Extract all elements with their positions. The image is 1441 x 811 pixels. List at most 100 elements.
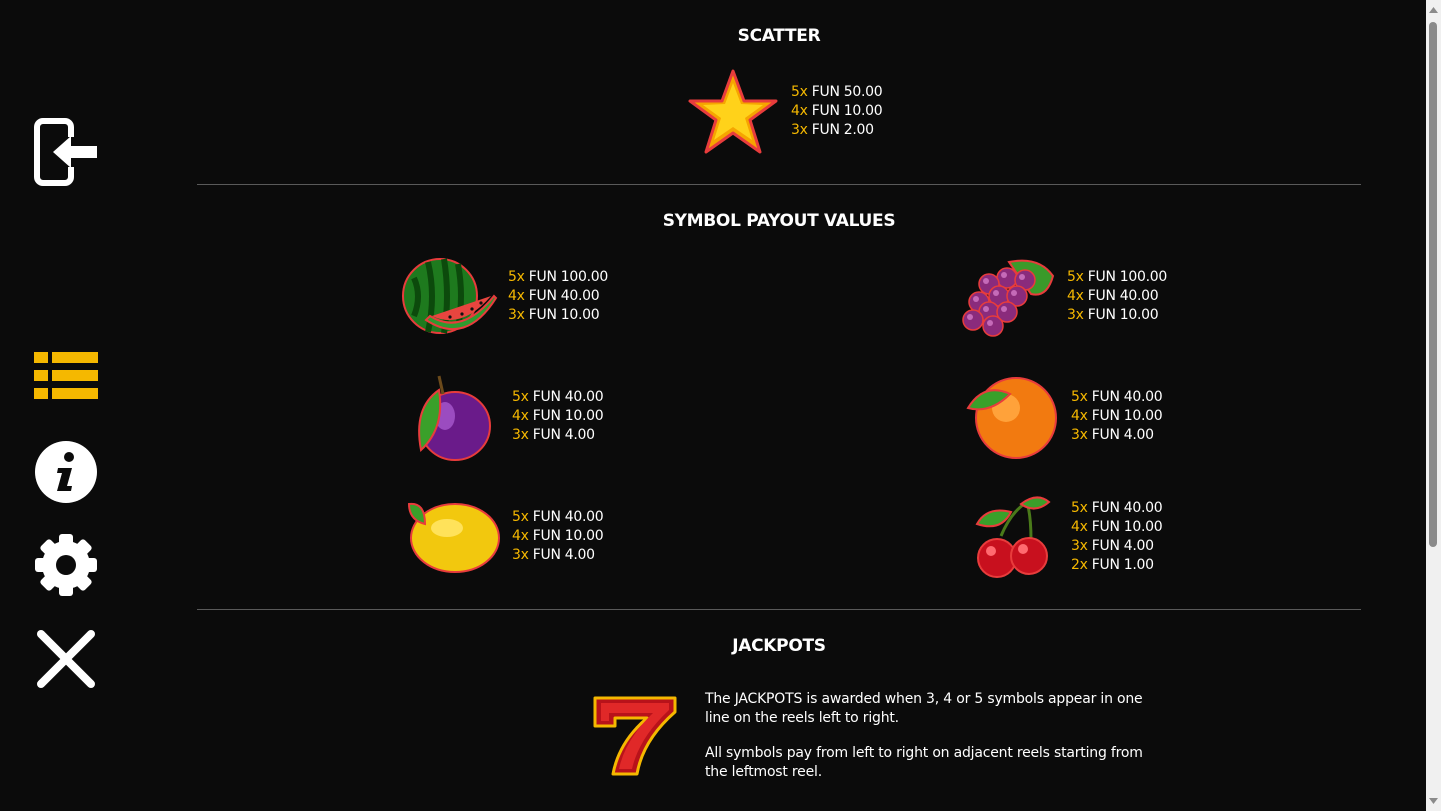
jackpots-paragraph: The JACKPOTS is awarded when 3, 4 or 5 s…	[705, 691, 1143, 726]
multiplier: 5x	[512, 389, 529, 405]
pay-value: FUN 10.00	[532, 528, 604, 544]
multiplier: 3x	[1071, 427, 1088, 443]
multiplier: 4x	[1071, 408, 1088, 424]
pay-value: FUN 2.00	[811, 122, 874, 138]
multiplier: 5x	[512, 509, 529, 525]
lemon-pays: 5x FUN 40.00 4x FUN 10.00 3x FUN 4.00	[512, 508, 604, 565]
scatter-pays: 5x FUN 50.00 4x FUN 10.00 3x FUN 2.00	[791, 83, 883, 140]
orange-icon	[966, 377, 1057, 459]
multiplier: 4x	[1071, 519, 1088, 535]
orange-pays: 5x FUN 40.00 4x FUN 10.00 3x FUN 4.00	[1071, 388, 1163, 445]
pay-row: 3x FUN 4.00	[1071, 426, 1162, 445]
multiplier: 5x	[508, 269, 525, 285]
cherries-pays: 5x FUN 40.00 4x FUN 10.00 3x FUN 4.00 2x…	[1071, 499, 1163, 575]
grapes-icon	[962, 259, 1055, 337]
pay-row: 5x FUN 100.00	[1067, 268, 1167, 287]
settings-button[interactable]	[30, 532, 102, 598]
multiplier: 4x	[512, 408, 529, 424]
pay-value: FUN 10.00	[1091, 408, 1163, 424]
pay-row: 3x FUN 4.00	[1071, 537, 1162, 556]
multiplier: 5x	[1071, 500, 1088, 516]
grapes-symbol	[959, 254, 1057, 340]
seven-symbol	[591, 694, 679, 778]
plum-icon	[418, 375, 491, 461]
close-button[interactable]	[30, 628, 102, 690]
watermelon-pays: 5x FUN 100.00 4x FUN 40.00 3x FUN 10.00	[508, 268, 608, 325]
plum-pays: 5x FUN 40.00 4x FUN 10.00 3x FUN 4.00	[512, 388, 604, 445]
payouts-title: SYMBOL PAYOUT VALUES	[662, 211, 896, 231]
pay-value: FUN 10.00	[811, 103, 883, 119]
pay-value: FUN 40.00	[1091, 389, 1163, 405]
multiplier: 3x	[791, 122, 808, 138]
settings-gear-icon	[35, 534, 97, 596]
pay-value: FUN 4.00	[1091, 427, 1154, 443]
pay-value: FUN 1.00	[1091, 557, 1154, 573]
cherries-symbol	[971, 492, 1053, 582]
pay-row: 3x FUN 4.00	[512, 426, 603, 445]
pay-value: FUN 40.00	[1087, 288, 1159, 304]
scrollbar[interactable]	[1426, 0, 1441, 811]
pay-row: 3x FUN 10.00	[1067, 306, 1167, 325]
orange-symbol	[964, 374, 1060, 460]
cherries-icon	[975, 496, 1051, 578]
scroll-up-arrow[interactable]	[1426, 2, 1441, 18]
lemon-icon	[407, 502, 500, 573]
multiplier: 2x	[1071, 557, 1088, 573]
divider	[197, 184, 1361, 185]
multiplier: 3x	[1067, 307, 1084, 323]
close-icon	[37, 630, 95, 688]
pay-value: FUN 40.00	[532, 509, 604, 525]
pay-row: 3x FUN 10.00	[508, 306, 608, 325]
pay-value: FUN 4.00	[1091, 538, 1154, 554]
pay-value: FUN 10.00	[528, 307, 600, 323]
pay-row: 4x FUN 40.00	[1067, 287, 1167, 306]
pay-row: 4x FUN 10.00	[1071, 518, 1163, 537]
exit-button[interactable]	[30, 112, 102, 192]
sidebar	[0, 0, 130, 811]
pay-value: FUN 40.00	[528, 288, 600, 304]
scrollbar-thumb[interactable]	[1429, 22, 1437, 547]
star-icon	[688, 69, 778, 154]
pay-row: 4x FUN 10.00	[1071, 407, 1163, 426]
watermelon-symbol	[400, 254, 500, 342]
jackpots-description: The JACKPOTS is awarded when 3, 4 or 5 s…	[705, 690, 1145, 798]
pay-row: 5x FUN 40.00	[1071, 499, 1163, 518]
multiplier: 4x	[1067, 288, 1084, 304]
pay-row: 4x FUN 10.00	[512, 407, 604, 426]
scroll-down-arrow[interactable]	[1426, 793, 1441, 809]
pay-row: 3x FUN 2.00	[791, 121, 882, 140]
multiplier: 5x	[1067, 269, 1084, 285]
pay-row: 5x FUN 50.00	[791, 83, 883, 102]
grapes-pays: 5x FUN 100.00 4x FUN 40.00 3x FUN 10.00	[1067, 268, 1167, 325]
paytable-content: SCATTER 5x FUN 50.00 4x FUN 10.00 3x FUN…	[197, 0, 1361, 811]
paytable-button[interactable]	[30, 348, 102, 404]
pay-row: 5x FUN 40.00	[1071, 388, 1163, 407]
multiplier: 4x	[508, 288, 525, 304]
divider	[197, 609, 1361, 610]
watermelon-icon	[402, 258, 498, 334]
pay-value: FUN 10.00	[1087, 307, 1159, 323]
pay-value: FUN 10.00	[1091, 519, 1163, 535]
multiplier: 3x	[512, 427, 529, 443]
exit-icon	[34, 118, 97, 186]
pay-value: FUN 4.00	[532, 547, 595, 563]
plum-symbol	[409, 372, 497, 464]
pay-row: 4x FUN 10.00	[791, 102, 883, 121]
pay-row: 3x FUN 4.00	[512, 546, 603, 565]
pay-value: FUN 10.00	[532, 408, 604, 424]
multiplier: 3x	[1071, 538, 1088, 554]
info-icon	[35, 441, 97, 503]
paytable-icon	[34, 352, 98, 399]
multiplier: 3x	[512, 547, 529, 563]
multiplier: 5x	[1071, 389, 1088, 405]
pay-row: 5x FUN 100.00	[508, 268, 608, 287]
lemon-symbol	[403, 498, 503, 576]
pay-row: 5x FUN 40.00	[512, 508, 604, 527]
info-button[interactable]	[30, 440, 102, 504]
jackpots-paragraph: All symbols pay from left to right on ad…	[705, 745, 1143, 780]
pay-row: 4x FUN 10.00	[512, 527, 604, 546]
pay-value: FUN 40.00	[532, 389, 604, 405]
seven-icon	[593, 696, 677, 776]
pay-value: FUN 40.00	[1091, 500, 1163, 516]
pay-value: FUN 50.00	[811, 84, 883, 100]
